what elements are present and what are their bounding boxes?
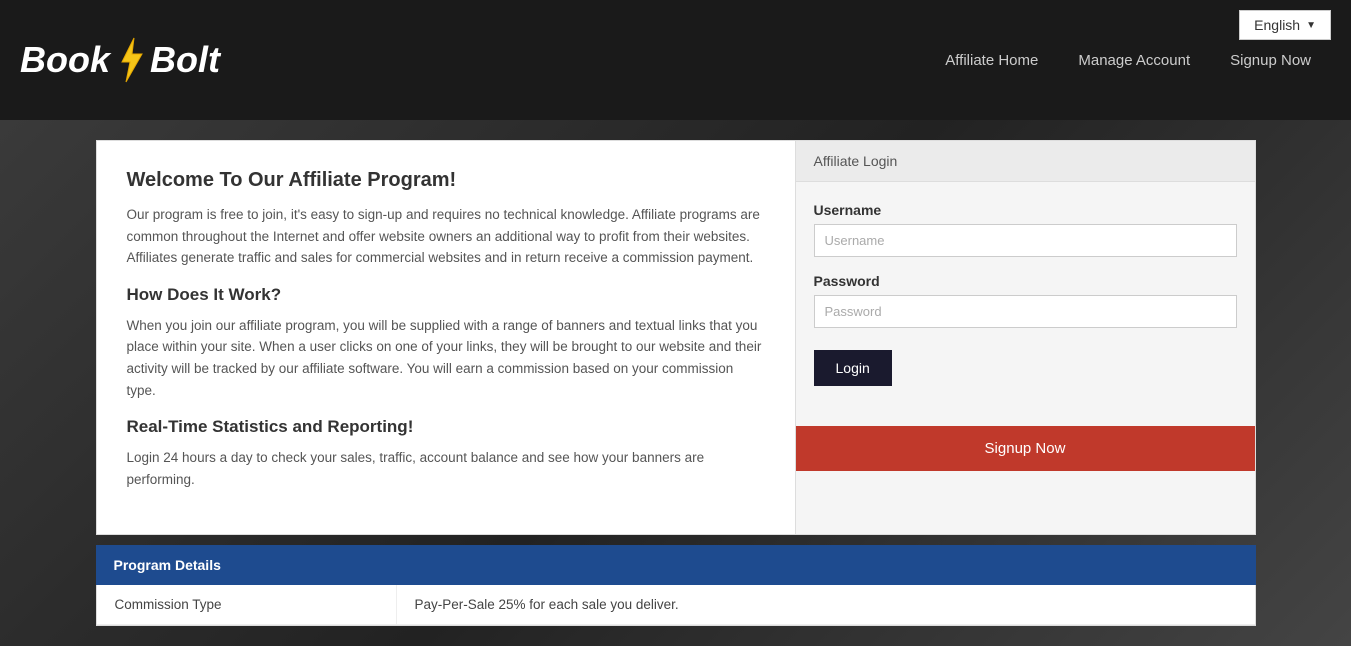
password-input[interactable] — [814, 295, 1237, 328]
how-title: How Does It Work? — [127, 285, 765, 305]
main-card: Welcome To Our Affiliate Program! Our pr… — [96, 140, 1256, 535]
commission-type-label: Commission Type — [97, 585, 397, 624]
signup-now-button[interactable]: Signup Now — [796, 426, 1255, 471]
intro-text: Our program is free to join, it's easy t… — [127, 204, 765, 269]
username-input[interactable] — [814, 224, 1237, 257]
program-details-header: Program Details — [96, 545, 1256, 585]
table-row: Commission Type Pay-Per-Sale 25% for eac… — [97, 585, 1255, 625]
how-text: When you join our affiliate program, you… — [127, 315, 765, 401]
left-content: Welcome To Our Affiliate Program! Our pr… — [96, 140, 796, 535]
nav-manage-account[interactable]: Manage Account — [1058, 44, 1210, 77]
login-panel: Affiliate Login Username Password Login … — [796, 140, 1256, 535]
username-group: Username — [814, 202, 1237, 257]
password-label: Password — [814, 273, 1237, 289]
username-label: Username — [814, 202, 1237, 218]
stats-text: Login 24 hours a day to check your sales… — [127, 447, 765, 490]
affiliate-login-header: Affiliate Login — [796, 141, 1255, 182]
program-details-body: Commission Type Pay-Per-Sale 25% for eac… — [96, 585, 1256, 626]
logo-bolt-text: Bolt — [150, 39, 220, 81]
logo: Book Bolt — [20, 36, 220, 84]
commission-type-value: Pay-Per-Sale 25% for each sale you deliv… — [397, 585, 1255, 624]
page-wrapper: Welcome To Our Affiliate Program! Our pr… — [0, 120, 1351, 646]
affiliate-login-title: Affiliate Login — [814, 153, 898, 169]
logo-area: Book Bolt — [20, 36, 220, 84]
login-body: Username Password Login — [796, 182, 1255, 426]
chevron-down-icon: ▼ — [1306, 20, 1316, 31]
program-details-title: Program Details — [114, 557, 221, 573]
main-nav: Affiliate Home Manage Account Signup Now — [925, 44, 1331, 77]
login-button[interactable]: Login — [814, 350, 892, 386]
stats-title: Real-Time Statistics and Reporting! — [127, 417, 765, 437]
password-group: Password — [814, 273, 1237, 328]
nav-signup-now[interactable]: Signup Now — [1210, 44, 1331, 77]
header: Book Bolt English ▼ Affiliate Home Manag… — [0, 0, 1351, 120]
nav-affiliate-home[interactable]: Affiliate Home — [925, 44, 1058, 77]
logo-book: Book — [20, 39, 110, 81]
language-label: English — [1254, 17, 1300, 33]
welcome-title: Welcome To Our Affiliate Program! — [127, 169, 765, 192]
program-details-section: Program Details Commission Type Pay-Per-… — [96, 545, 1256, 626]
bolt-icon — [114, 36, 146, 84]
language-selector[interactable]: English ▼ — [1239, 10, 1331, 40]
